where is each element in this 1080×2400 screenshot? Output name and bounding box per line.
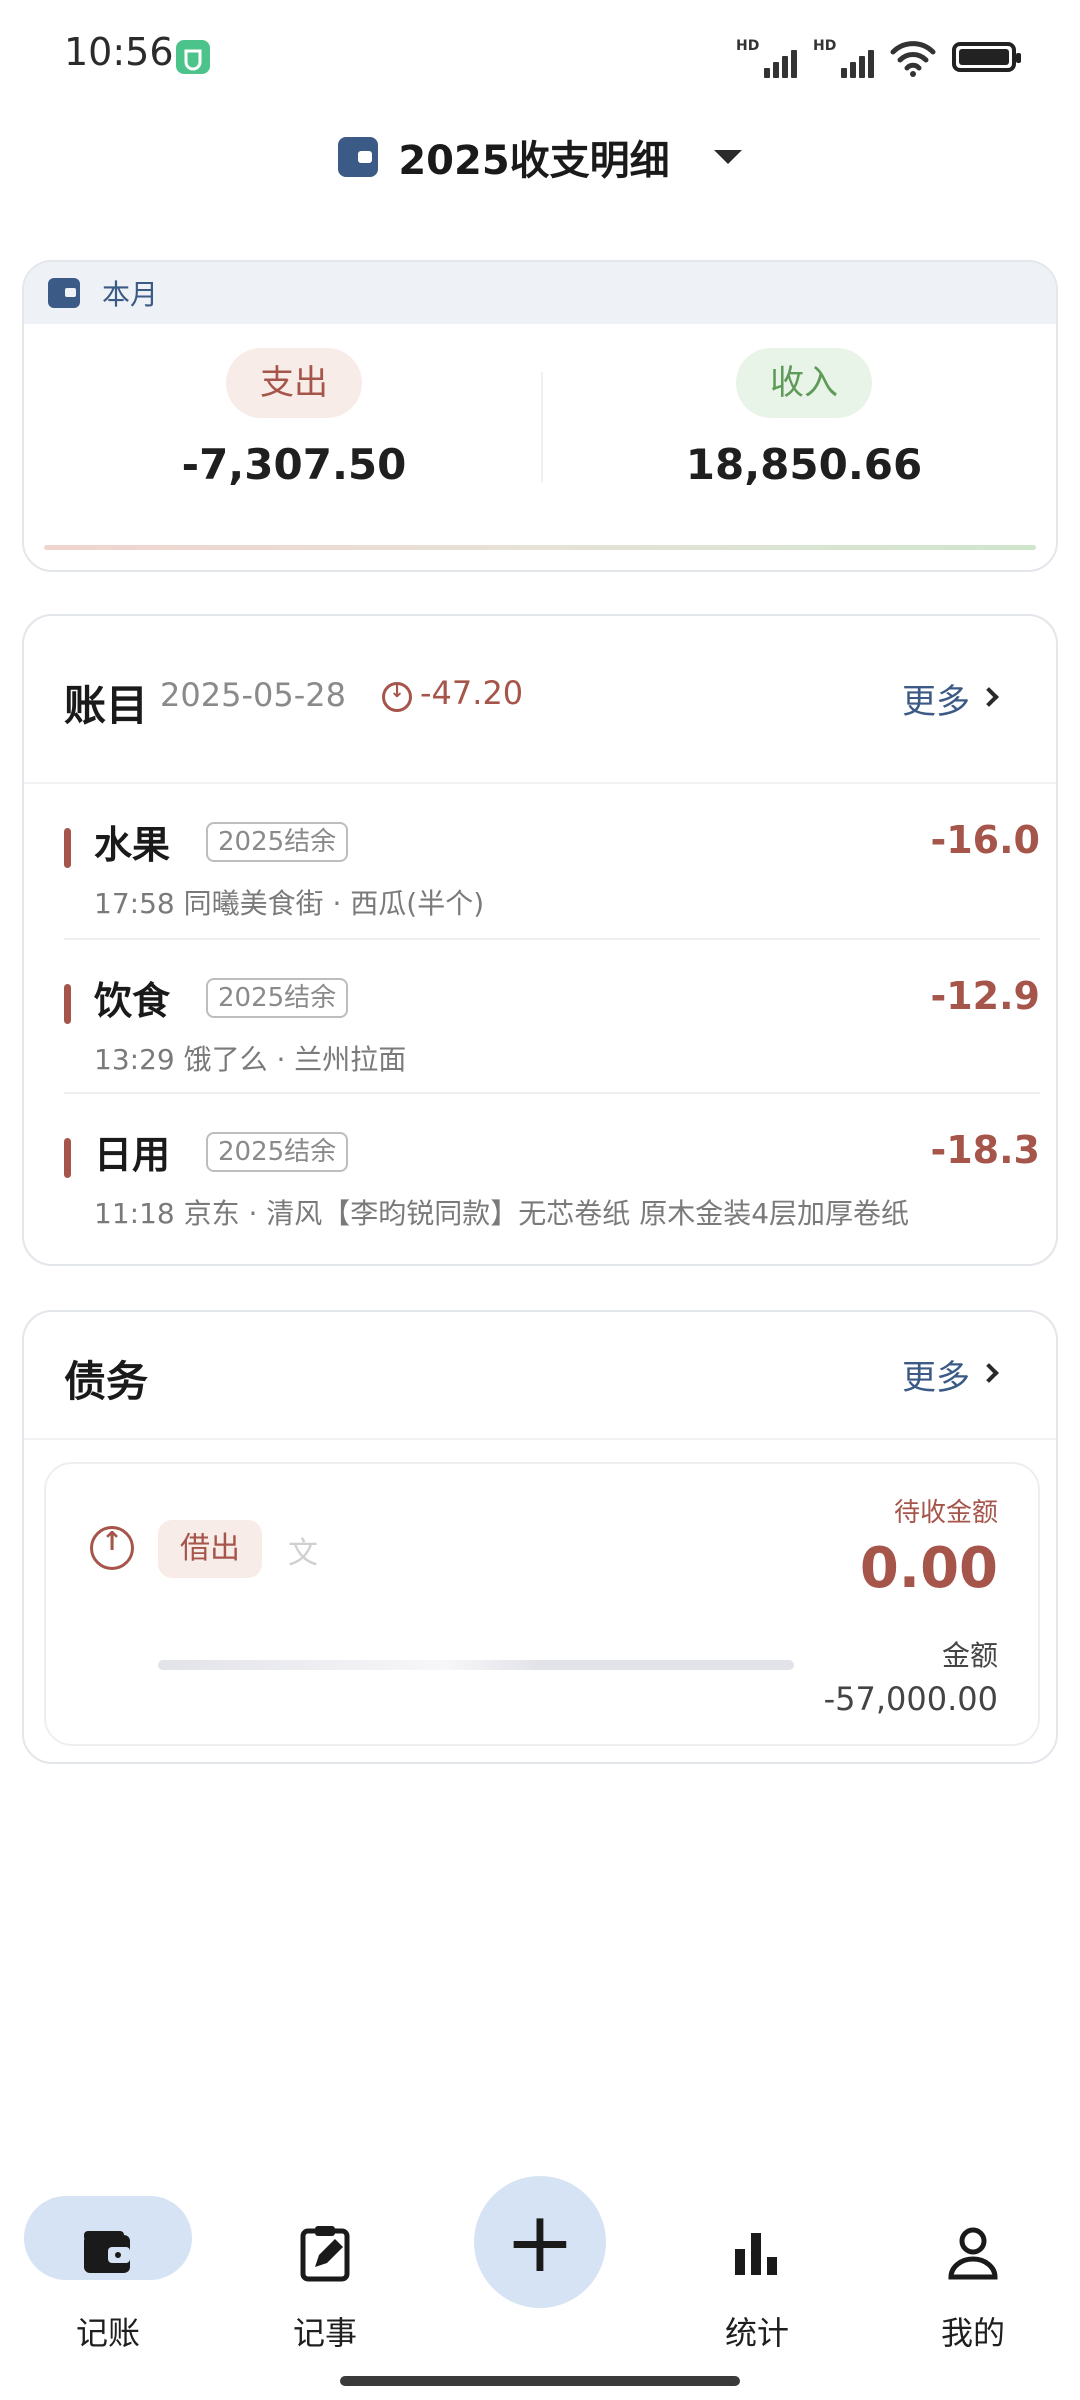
chevron-right-icon[interactable] <box>979 687 999 707</box>
ledger-entry[interactable]: 日用 2025结余 -18.3 11:18 京东 · 清风【李昀锐同款】无芯卷纸… <box>64 1092 1040 1246</box>
receivable-value: 0.00 <box>859 1536 998 1601</box>
page-title: 2025收支明细 <box>398 138 670 184</box>
divider <box>541 372 543 482</box>
wallet-icon <box>84 2231 130 2273</box>
ledger-entry[interactable]: 水果 2025结余 -16.0 17:58 同曦美食街 · 西瓜(半个) <box>64 784 1040 938</box>
category-accent <box>64 1138 71 1178</box>
entry-meta: 17:58 同曦美食街 · 西瓜(半个) <box>94 887 485 920</box>
entry-amount: -18.3 <box>930 1128 1040 1172</box>
ledger-more-button[interactable]: 更多 <box>902 674 970 723</box>
month-label: 本月 <box>102 278 159 311</box>
nav-item-bookkeeping[interactable]: 记账 <box>23 2190 193 2360</box>
debt-amount-value: -57,000.00 <box>823 1680 998 1718</box>
entry-tag: 2025结余 <box>206 978 349 1018</box>
hd-signal-icon: HD <box>736 38 797 78</box>
entry-amount: -12.9 <box>930 974 1040 1018</box>
debt-more-button[interactable]: 更多 <box>902 1350 970 1399</box>
month-summary-header: 本月 <box>24 262 1056 324</box>
nav-label: 我的 <box>940 2314 1005 2352</box>
caret-down-icon <box>713 150 742 164</box>
debt-progress-bar <box>158 1660 794 1670</box>
debt-header: 债务 更多 <box>24 1312 1056 1440</box>
app-notification-icon <box>176 40 210 74</box>
entry-category: 日用 <box>94 1133 171 1177</box>
income-label: 收入 <box>736 348 872 418</box>
nav-label: 记事 <box>292 2314 357 2352</box>
expense-down-icon <box>382 681 412 712</box>
entry-tag: 2025结余 <box>206 1132 349 1172</box>
clipboard-edit-icon <box>300 2226 350 2282</box>
entry-meta: 11:18 京东 · 清风【李昀锐同款】无芯卷纸 原木金装4层加厚卷纸 <box>94 1197 910 1230</box>
ledger-card: 账目 2025-05-28 -47.20 更多 水果 2025结余 -16.0 … <box>22 614 1058 1266</box>
status-time: 10:56 <box>64 30 174 74</box>
debt-card: 债务 更多 借出 文 待收金额 0.00 金额 -57,000.00 <box>22 1310 1058 1764</box>
receivable-label: 待收金额 <box>893 1498 998 1528</box>
debt-type-badge: 借出 <box>158 1520 262 1578</box>
entry-meta: 13:29 饿了么 · 兰州拉面 <box>94 1043 407 1076</box>
debt-item[interactable]: 借出 文 待收金额 0.00 金额 -57,000.00 <box>44 1462 1040 1746</box>
battery-icon <box>952 42 1021 72</box>
nav-item-profile[interactable]: 我的 <box>888 2190 1058 2360</box>
nav-label: 记账 <box>75 2314 140 2352</box>
ledger-book-selector[interactable]: 2025收支明细 <box>0 128 1080 186</box>
debt-title: 债务 <box>64 1357 149 1406</box>
ledger-title: 账目 <box>64 681 149 730</box>
expense-summary: 支出 -7,307.50 <box>44 348 544 489</box>
chevron-right-icon[interactable] <box>979 1363 999 1383</box>
income-summary: 收入 18,850.66 <box>554 348 1054 489</box>
ledger-header: 账目 2025-05-28 -47.20 更多 <box>24 616 1056 784</box>
category-accent <box>64 828 71 868</box>
wallet-icon <box>338 137 379 177</box>
debt-amount-label: 金额 <box>941 1639 998 1672</box>
expense-label: 支出 <box>226 348 362 418</box>
ledger-entry[interactable]: 饮食 2025结余 -12.9 13:29 饿了么 · 兰州拉面 <box>64 938 1040 1092</box>
nav-item-statistics[interactable]: 统计 <box>672 2190 842 2360</box>
entry-amount: -16.0 <box>930 818 1040 862</box>
income-value: 18,850.66 <box>685 440 923 489</box>
wifi-icon <box>890 41 936 77</box>
entry-tag: 2025结余 <box>206 822 349 862</box>
category-accent <box>64 984 71 1024</box>
home-indicator[interactable] <box>340 2376 740 2386</box>
bar-chart-icon <box>735 2233 777 2275</box>
lend-up-icon <box>90 1526 134 1570</box>
month-summary-card[interactable]: 本月 支出 -7,307.50 收入 18,850.66 <box>22 260 1058 572</box>
expense-value: -7,307.50 <box>181 440 407 489</box>
hd-signal-icon: HD <box>813 38 874 78</box>
wallet-icon <box>48 278 80 308</box>
ledger-date: 2025-05-28 <box>160 676 346 714</box>
ledger-day-total: -47.20 <box>420 674 524 712</box>
entry-category: 饮食 <box>94 979 171 1023</box>
nav-item-notes[interactable]: 记事 <box>240 2190 410 2360</box>
entry-category: 水果 <box>94 823 171 867</box>
add-entry-button[interactable]: + <box>474 2176 606 2308</box>
status-icons: HD HD <box>736 34 1021 78</box>
balance-gradient-bar <box>44 545 1036 550</box>
debt-counterparty: 文 <box>288 1536 318 1571</box>
person-icon <box>948 2227 998 2280</box>
nav-label: 统计 <box>724 2314 789 2352</box>
